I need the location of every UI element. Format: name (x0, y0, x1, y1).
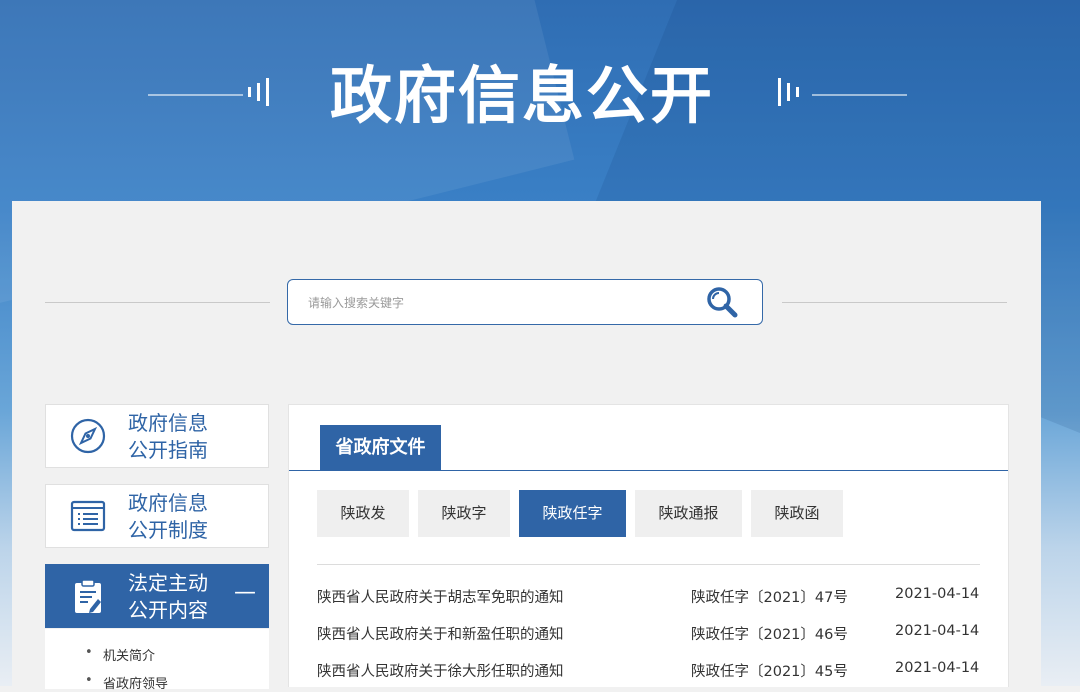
search-divider-right (782, 302, 1007, 303)
sidebar-sub-item-label: 省政府领导 (103, 677, 169, 692)
document-list-icon (68, 497, 108, 535)
subtab-shaanzhengfa[interactable]: 陕政发 (317, 490, 409, 537)
tab-underline (289, 470, 1008, 471)
search-divider-left (45, 302, 270, 303)
sidebar-sub-item-label: 机关简介 (103, 649, 156, 664)
sidebar-item-label: 公开指南 (128, 438, 208, 462)
list-divider (317, 564, 980, 565)
sidebar-sub-item[interactable]: • 省政府领导 (85, 673, 169, 692)
sidebar-sub-item[interactable]: • 机关简介 (85, 645, 156, 664)
document-title-link[interactable]: 陕西省人民政府关于和新盈任职的通知 (317, 623, 564, 644)
document-row: 陕西省人民政府关于徐大彤任职的通知 陕政任字〔2021〕45号 2021-04-… (317, 660, 980, 684)
document-number: 陕政任字〔2021〕45号 (691, 664, 848, 680)
document-date: 2021-04-14 (895, 660, 980, 676)
page-title: 政府信息公开 (330, 59, 715, 132)
title-deco-bars-left (248, 78, 275, 108)
document-number: 陕政任字〔2021〕47号 (691, 590, 848, 606)
sidebar-sub-list: • 机关简介 • 省政府领导 (45, 629, 269, 692)
tab-provincial-documents[interactable]: 省政府文件 (320, 425, 441, 471)
content-panel: 省政府文件 陕政发 陕政字 陕政任字 陕政通报 陕政函 陕西省人民政府关于胡志军… (288, 404, 1009, 687)
sidebar-item-system[interactable]: 政府信息 公开制度 (45, 484, 269, 548)
subtab-shaanzhengtongbao[interactable]: 陕政通报 (635, 490, 742, 537)
sidebar-item-label: 公开制度 (128, 518, 208, 542)
search-box (287, 279, 763, 325)
search-input[interactable] (306, 291, 690, 315)
document-title-link[interactable]: 陕西省人民政府关于徐大彤任职的通知 (317, 660, 564, 681)
clipboard-edit-icon (68, 577, 108, 615)
document-date: 2021-04-14 (895, 623, 980, 639)
document-row: 陕西省人民政府关于胡志军免职的通知 陕政任字〔2021〕47号 2021-04-… (317, 586, 980, 610)
sidebar-item-statutory-content[interactable]: 法定主动 公开内容 — (45, 564, 269, 628)
subtab-shaanzhengzi[interactable]: 陕政字 (418, 490, 510, 537)
bullet-icon: • (85, 645, 93, 660)
main-panel: 政府信息 公开指南 政府信息 公开制度 (12, 201, 1041, 692)
title-deco-bars-right (778, 78, 805, 108)
search-icon (707, 287, 738, 318)
sidebar-item-label: 政府信息 (128, 491, 208, 515)
subtab-shaanzhenghan[interactable]: 陕政函 (751, 490, 843, 537)
sidebar-item-guide[interactable]: 政府信息 公开指南 (45, 404, 269, 468)
subtab-shaanzhengrenzi[interactable]: 陕政任字 (519, 490, 626, 537)
title-row: 政府信息公开 (0, 56, 1080, 136)
document-title-link[interactable]: 陕西省人民政府关于胡志军免职的通知 (317, 586, 564, 607)
compass-icon (68, 417, 108, 455)
collapse-toggle[interactable]: — (234, 582, 256, 604)
sidebar-item-label: 政府信息 (128, 411, 208, 435)
document-number: 陕政任字〔2021〕46号 (691, 627, 848, 643)
title-deco-line-right (812, 94, 907, 96)
search-button[interactable] (702, 284, 742, 320)
document-date: 2021-04-14 (895, 586, 980, 602)
document-row: 陕西省人民政府关于和新盈任职的通知 陕政任字〔2021〕46号 2021-04-… (317, 623, 980, 647)
title-deco-line-left (148, 94, 243, 96)
